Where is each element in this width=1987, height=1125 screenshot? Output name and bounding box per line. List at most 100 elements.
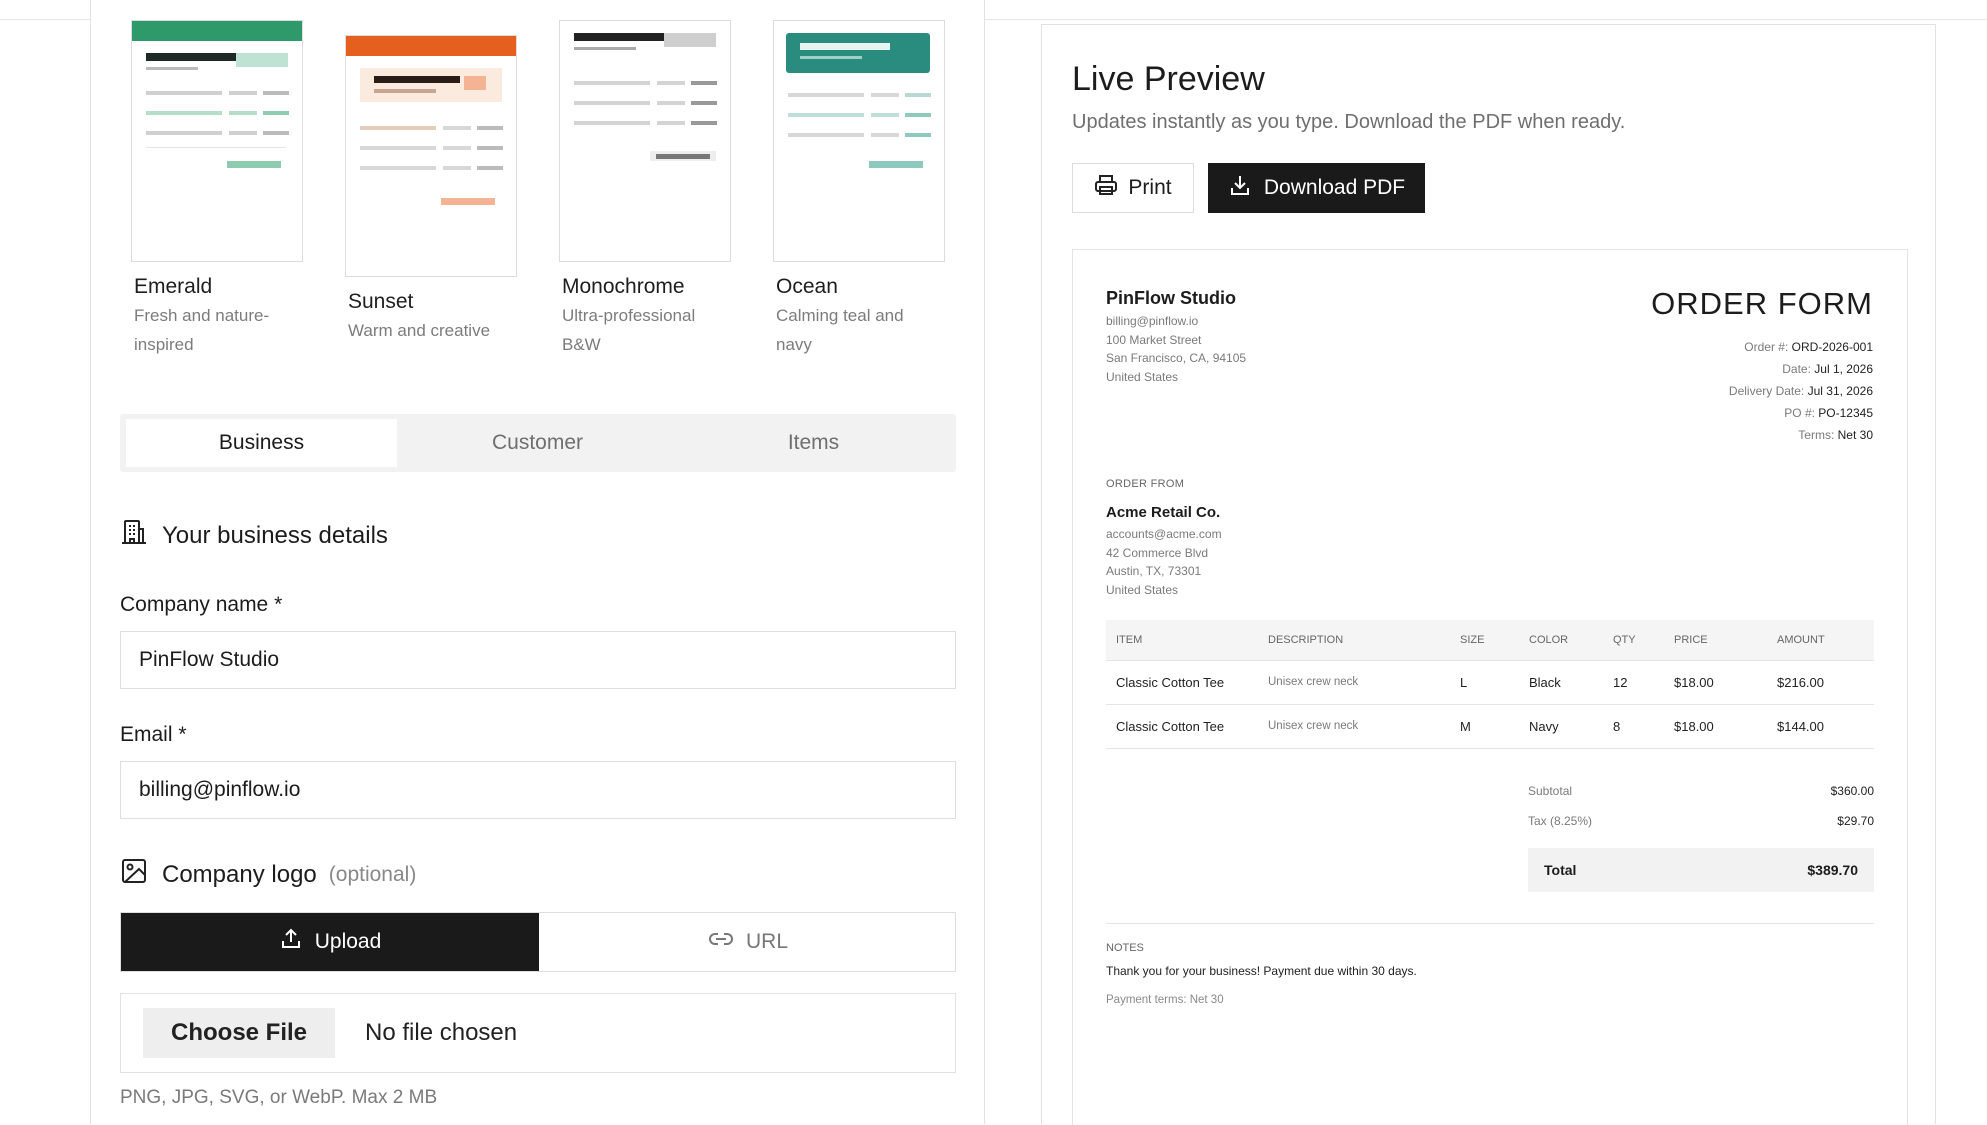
table-cell: $18.00	[1664, 660, 1767, 705]
document-title: ORDER FORM	[1651, 286, 1873, 321]
company-name-label: Company name *	[120, 593, 283, 616]
customer-city: Austin, TX, 73301	[1106, 564, 1202, 578]
download-icon	[1228, 173, 1252, 203]
table-cell: Black	[1519, 660, 1603, 705]
table-cell: Classic Cotton Tee	[1106, 660, 1258, 705]
table-header-row: ITEM DESCRIPTION SIZE COLOR QTY PRICE AM…	[1106, 620, 1874, 661]
table-cell: $216.00	[1767, 660, 1874, 705]
section-title: Your business details	[162, 521, 388, 549]
template-description: Calming teal and navy	[776, 306, 904, 354]
template-description: Warm and creative	[348, 321, 491, 340]
url-button[interactable]: URL	[539, 913, 957, 971]
business-email: billing@pinflow.io	[1106, 314, 1199, 328]
template-name: Ocean	[776, 275, 838, 298]
file-input: Choose File No file chosen	[120, 993, 956, 1073]
column-header: QTY	[1603, 620, 1664, 661]
preview-title: Live Preview	[1072, 60, 1265, 98]
business-section-heading: Your business details	[120, 518, 388, 553]
delivery-date: Delivery Date: Jul 31, 2026	[1728, 384, 1873, 398]
table-row: Classic Cotton Tee Unisex crew neck M Na…	[1106, 704, 1874, 749]
business-street: 100 Market Street	[1106, 332, 1202, 347]
subtotal-row: Subtotal $360.00	[1528, 784, 1874, 798]
table-cell: Classic Cotton Tee	[1106, 704, 1258, 749]
total-value: $389.70	[1807, 862, 1858, 878]
upload-icon	[279, 927, 303, 957]
order-date: Date: Jul 1, 2026	[1782, 362, 1873, 376]
building-icon	[120, 518, 148, 553]
template-name: Emerald	[134, 275, 213, 298]
notes-text: Thank you for your business! Payment due…	[1106, 964, 1417, 978]
choose-file-button[interactable]: Choose File	[143, 1008, 336, 1058]
customer-street: 42 Commerce Blvd	[1106, 545, 1209, 560]
customer-name: Acme Retail Co.	[1106, 504, 1221, 521]
template-ocean[interactable]: Ocean Calming teal and navy	[773, 20, 973, 359]
upload-button[interactable]: Upload	[121, 913, 539, 971]
template-name: Sunset	[348, 290, 414, 313]
template-emerald[interactable]: Emerald Fresh and nature-inspired	[131, 20, 331, 359]
upload-label: Upload	[314, 930, 382, 953]
tab-business[interactable]: Business	[126, 419, 397, 467]
section-title: Company logo	[162, 860, 317, 888]
file-hint: PNG, JPG, SVG, or WebP. Max 2 MB	[120, 1087, 438, 1108]
tab-items[interactable]: Items	[678, 419, 949, 467]
business-name: PinFlow Studio	[1106, 288, 1236, 308]
company-name-input[interactable]: PinFlow Studio	[120, 631, 956, 689]
tax-row: Tax (8.25%) $29.70	[1528, 814, 1874, 828]
customer-address: accounts@acme.com 42 Commerce Blvd Austi…	[1106, 525, 1222, 599]
url-label: URL	[745, 930, 788, 953]
column-header: PRICE	[1664, 620, 1767, 661]
payment-terms: Payment terms: Net 30	[1106, 994, 1224, 1006]
tab-customer[interactable]: Customer	[402, 419, 673, 467]
customer-email: accounts@acme.com	[1106, 527, 1222, 541]
order-form-document: PinFlow Studio billing@pinflow.io 100 Ma…	[1072, 249, 1908, 1125]
optional-tag: (optional)	[328, 862, 417, 886]
table-cell: M	[1450, 704, 1519, 749]
download-label: Download PDF	[1263, 176, 1406, 199]
form-tabs: Business Customer Items	[120, 414, 956, 472]
column-header: DESCRIPTION	[1258, 620, 1450, 661]
divider	[1106, 923, 1874, 924]
total-row: Total $389.70	[1528, 848, 1874, 892]
email-label: Email *	[120, 723, 187, 746]
column-header: COLOR	[1519, 620, 1603, 661]
printer-icon	[1094, 173, 1118, 203]
template-thumbnail[interactable]	[559, 20, 731, 262]
order-number: Order #: ORD-2026-001	[1744, 340, 1873, 354]
subtotal-value: $360.00	[1830, 784, 1874, 798]
column-header: SIZE	[1450, 620, 1519, 661]
order-from-label: ORDER FROM	[1106, 478, 1185, 490]
column-header: AMOUNT	[1767, 620, 1874, 661]
business-country: United States	[1106, 369, 1179, 384]
print-label: Print	[1128, 176, 1172, 199]
items-table: ITEM DESCRIPTION SIZE COLOR QTY PRICE AM…	[1106, 620, 1874, 749]
template-thumbnail[interactable]	[773, 20, 945, 262]
order-meta: Order #: ORD-2026-001 Date: Jul 1, 2026 …	[1729, 336, 1873, 446]
download-pdf-button[interactable]: Download PDF	[1208, 163, 1425, 213]
subtotal-label: Subtotal	[1528, 784, 1573, 798]
logo-section-heading: Company logo (optional)	[120, 857, 416, 892]
email-input[interactable]: billing@pinflow.io	[120, 761, 956, 819]
table-cell: 8	[1603, 704, 1664, 749]
table-cell: L	[1450, 660, 1519, 705]
table-row: Classic Cotton Tee Unisex crew neck L Bl…	[1106, 660, 1874, 705]
notes-label: NOTES	[1106, 942, 1144, 954]
business-city: San Francisco, CA, 94105	[1106, 351, 1247, 365]
column-header: ITEM	[1106, 620, 1258, 661]
file-status: No file chosen	[365, 1019, 518, 1046]
template-description: Ultra-professional B&W	[562, 306, 696, 354]
table-cell: Unisex crew neck	[1258, 660, 1450, 705]
template-monochrome[interactable]: Monochrome Ultra-professional B&W	[559, 20, 759, 359]
template-thumbnail[interactable]	[345, 35, 517, 277]
image-icon	[120, 857, 148, 892]
customer-country: United States	[1106, 582, 1179, 597]
tax-label: Tax (8.25%)	[1528, 814, 1593, 828]
print-button[interactable]: Print	[1072, 163, 1194, 213]
preview-panel: Live Preview Updates instantly as you ty…	[1041, 24, 1936, 1125]
template-thumbnail[interactable]	[131, 20, 303, 262]
total-label: Total	[1544, 862, 1577, 878]
table-cell: $18.00	[1664, 704, 1767, 749]
table-cell: 12	[1603, 660, 1664, 705]
template-sunset[interactable]: Sunset Warm and creative	[345, 35, 545, 345]
tax-value: $29.70	[1837, 814, 1874, 828]
table-cell: Navy	[1519, 704, 1603, 749]
